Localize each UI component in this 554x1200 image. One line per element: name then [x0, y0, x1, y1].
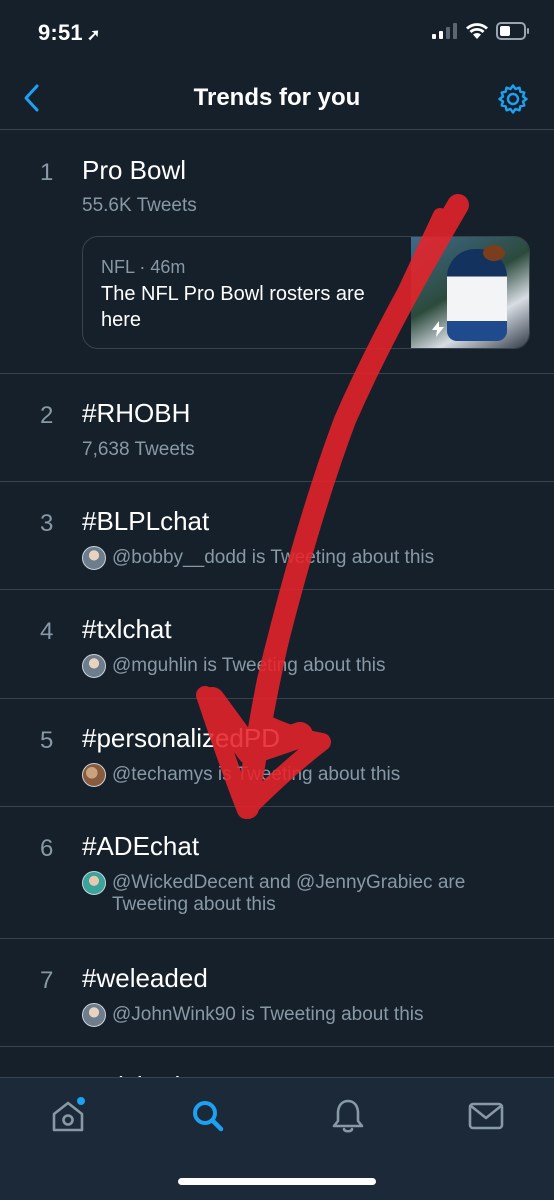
trend-rank: 2: [40, 402, 54, 429]
trend-item-5[interactable]: 5 #personalizedPD @techamys is Tweeting …: [0, 699, 554, 807]
trend-name: #txlchat: [82, 614, 172, 644]
trend-rank: 6: [40, 835, 54, 862]
tab-messages[interactable]: [466, 1096, 506, 1136]
tweet-count: 55.6K Tweets: [82, 195, 197, 216]
avatar: [82, 763, 106, 787]
cellular-signal-icon: [432, 23, 457, 39]
home-indicator: [178, 1178, 376, 1185]
trend-name: Pro Bowl: [82, 155, 187, 185]
trend-item-6[interactable]: 6 #ADEchat @WickedDecent and @JennyGrabi…: [0, 807, 554, 939]
tab-home[interactable]: [48, 1096, 88, 1136]
clock-time: 9:51: [38, 20, 83, 45]
battery-icon: [496, 22, 529, 40]
tab-search[interactable]: [188, 1096, 228, 1136]
trend-context: @bobby__dodd is Tweeting about this: [82, 546, 514, 570]
trend-rank: 3: [40, 510, 54, 537]
trend-context-text: @bobby__dodd is Tweeting about this: [112, 547, 435, 568]
trend-item-4[interactable]: 4 #txlchat @mguhlin is Tweeting about th…: [0, 590, 554, 699]
status-icons: [432, 22, 530, 40]
gear-icon: [498, 84, 528, 114]
tab-notifications[interactable]: [328, 1096, 368, 1136]
status-time: 9:51 ➚: [38, 20, 100, 46]
trend-name: #RHOBH: [82, 398, 191, 428]
news-card[interactable]: NFL · 46m The NFL Pro Bowl rosters are h…: [82, 236, 530, 349]
trend-item-3[interactable]: 3 #BLPLchat @bobby__dodd is Tweeting abo…: [0, 482, 554, 590]
trend-context-text: @mguhlin is Tweeting about this: [112, 655, 386, 676]
trend-context: @JohnWink90 is Tweeting about this: [82, 1003, 514, 1027]
trend-name: #BLPLchat: [82, 506, 210, 536]
page-title: Trends for you: [193, 84, 361, 111]
trend-name: #personalizedPD: [82, 723, 281, 753]
trend-name: #ADEchat: [82, 831, 200, 861]
trend-context-text: @WickedDecent and @JennyGrabiec are Twee…: [112, 872, 466, 915]
trend-context-text: @techamys is Tweeting about this: [112, 764, 401, 785]
trend-rank: 4: [40, 618, 54, 645]
notification-dot: [77, 1097, 85, 1105]
trend-context-text: @JohnWink90 is Tweeting about this: [112, 1004, 424, 1025]
trend-context: @WickedDecent and @JennyGrabiec are Twee…: [82, 871, 514, 916]
trend-list: 1 Pro Bowl 55.6K Tweets NFL · 46m The NF…: [0, 131, 554, 1107]
search-icon: [193, 1101, 224, 1132]
trend-item-2[interactable]: 2 #RHOBH 7,638 Tweets: [0, 374, 554, 482]
avatar: [82, 871, 106, 895]
trend-name: #weleaded: [82, 963, 208, 993]
trend-item-1[interactable]: 1 Pro Bowl 55.6K Tweets NFL · 46m The NF…: [0, 131, 554, 374]
trend-rank: 5: [40, 727, 54, 754]
news-headline: The NFL Pro Bowl rosters are here: [101, 283, 365, 331]
trend-rank: 7: [40, 967, 54, 994]
location-arrow-icon: ➚: [86, 27, 101, 44]
navigation-bar: Trends for you: [0, 68, 554, 130]
avatar: [82, 546, 106, 570]
wifi-icon: [466, 23, 488, 39]
football-player-image: [447, 249, 507, 341]
trend-context: @mguhlin is Tweeting about this: [82, 654, 514, 678]
lightning-bolt-icon: [432, 321, 444, 337]
news-source: NFL · 46m: [101, 257, 186, 277]
avatar: [82, 654, 106, 678]
notifications-bell-icon: [332, 1099, 364, 1133]
news-thumbnail: [411, 237, 529, 348]
football-image: [483, 245, 505, 261]
home-icon: [52, 1097, 85, 1132]
trend-context: @techamys is Tweeting about this: [82, 763, 514, 787]
avatar: [82, 1003, 106, 1027]
messages-envelope-icon: [468, 1102, 504, 1130]
trend-rank: 1: [40, 159, 54, 186]
status-bar: 9:51 ➚: [0, 0, 554, 68]
trend-item-7[interactable]: 7 #weleaded @JohnWink90 is Tweeting abou…: [0, 939, 554, 1047]
settings-button[interactable]: [494, 80, 532, 118]
tweet-count: 7,638 Tweets: [82, 439, 195, 460]
